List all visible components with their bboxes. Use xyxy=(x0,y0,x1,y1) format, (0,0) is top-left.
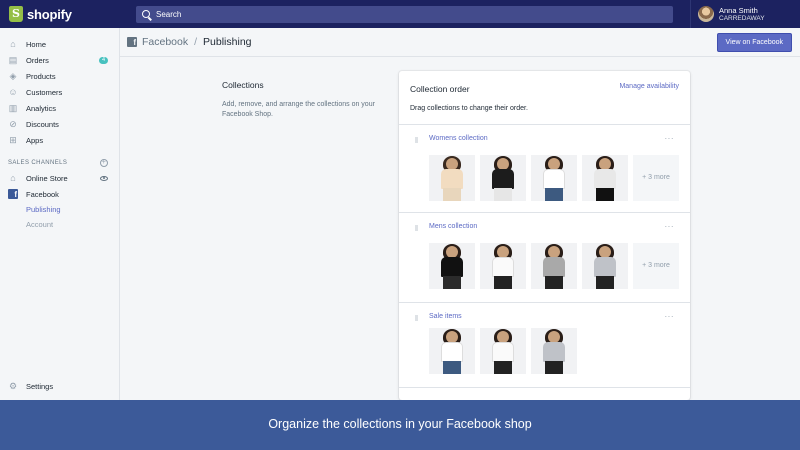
card-subtitle: Drag collections to change their order. xyxy=(410,105,528,112)
drag-handle-icon[interactable] xyxy=(415,315,418,321)
home-icon: ⌂ xyxy=(10,39,16,49)
page-header: f Facebook / Publishing View on Facebook xyxy=(120,28,800,57)
collection-name[interactable]: Mens collection xyxy=(429,223,477,230)
sidebar-item-label: Online Store xyxy=(26,173,68,183)
avatar xyxy=(698,6,714,22)
product-thumbnail xyxy=(429,328,475,374)
search-placeholder: Search xyxy=(156,9,182,19)
product-thumbnail xyxy=(480,155,526,201)
product-thumbnail xyxy=(429,243,475,289)
gear-icon: ⚙ xyxy=(8,381,18,391)
sidebar-item-label: Analytics xyxy=(26,103,57,113)
sidebar-subitem-publishing[interactable]: Publishing xyxy=(0,202,119,217)
more-actions-icon[interactable]: ··· xyxy=(665,312,675,321)
collection-name[interactable]: Womens collection xyxy=(429,135,488,142)
drag-handle-icon[interactable] xyxy=(415,225,418,231)
sidebar-item-settings[interactable]: ⚙ Settings xyxy=(0,378,53,394)
sidebar-item-label: Products xyxy=(26,71,56,81)
sidebar-item-label: Discounts xyxy=(26,119,59,129)
sidebar-item-label: Customers xyxy=(26,87,63,97)
product-thumbnail xyxy=(480,328,526,374)
card-title: Collection order xyxy=(410,84,470,94)
top-bar: shopify Search Anna Smith CARREDAWAY xyxy=(0,0,800,28)
sidebar-item-customers[interactable]: ☺ Customers xyxy=(0,84,119,100)
product-thumbnails: + 3 more xyxy=(429,155,679,201)
collection-row[interactable]: Mens collection ··· + 3 more xyxy=(399,212,690,302)
product-thumbnail xyxy=(531,155,577,201)
product-thumbnail xyxy=(582,243,628,289)
sidebar-item-apps[interactable]: ⊞ Apps xyxy=(0,132,119,148)
product-thumbnails: + 3 more xyxy=(429,243,679,289)
product-thumbnail xyxy=(531,243,577,289)
view-on-facebook-button[interactable]: View on Facebook xyxy=(716,33,792,52)
sidebar-item-home[interactable]: ⌂ Home xyxy=(0,36,119,52)
apps-icon: ⊞ xyxy=(9,135,17,145)
product-thumbnail xyxy=(582,155,628,201)
add-channel-icon[interactable]: + xyxy=(100,159,108,167)
product-thumbnail xyxy=(531,328,577,374)
collection-row[interactable]: Womens collection ··· + 3 more xyxy=(399,124,690,212)
person-icon: ☺ xyxy=(8,87,18,97)
orders-icon: ▤ xyxy=(8,55,18,65)
caption-banner: Organize the collections in your Faceboo… xyxy=(0,400,800,450)
search-icon xyxy=(142,10,150,18)
product-thumbnail xyxy=(480,243,526,289)
sales-channels-label: SALES CHANNELS xyxy=(8,160,68,166)
sidebar-item-discounts[interactable]: ⊘ Discounts xyxy=(0,116,119,132)
account-menu[interactable]: Anna Smith CARREDAWAY xyxy=(690,0,765,28)
sidebar-item-products[interactable]: ◈ Products xyxy=(0,68,119,84)
more-actions-icon[interactable]: ··· xyxy=(665,222,675,231)
page-title: Publishing xyxy=(203,36,252,48)
search-input[interactable]: Search xyxy=(136,5,673,23)
sidebar: ⌂ Home ▤ Orders 4 ◈ Products ☺ Customers… xyxy=(0,28,120,400)
sidebar-subitem-account[interactable]: Account xyxy=(0,217,119,232)
sidebar-item-online-store[interactable]: ⌂ Online Store xyxy=(0,170,119,186)
facebook-icon: f xyxy=(127,37,137,47)
facebook-icon: f xyxy=(8,189,18,199)
breadcrumb-separator: / xyxy=(194,36,198,48)
tag-icon: ◈ xyxy=(9,71,17,81)
more-products-tile[interactable]: + 3 more xyxy=(633,243,679,289)
more-actions-icon[interactable]: ··· xyxy=(665,134,675,143)
collection-order-card: Collection order Manage availability Dra… xyxy=(399,71,690,400)
shopify-bag-icon xyxy=(9,6,23,22)
manage-availability-link[interactable]: Manage availability xyxy=(619,83,679,90)
collection-name[interactable]: Sale items xyxy=(429,313,462,320)
collections-description: Collections Add, remove, and arrange the… xyxy=(222,80,382,120)
user-name: Anna Smith xyxy=(719,5,758,15)
discount-icon: ⊘ xyxy=(9,119,17,129)
section-title: Collections xyxy=(222,80,264,90)
product-thumbnail xyxy=(429,155,475,201)
sidebar-item-label: Facebook xyxy=(26,189,59,199)
product-thumbnails xyxy=(429,328,582,374)
sidebar-item-label: Apps xyxy=(26,135,44,145)
breadcrumb-parent[interactable]: Facebook xyxy=(142,36,188,48)
sidebar-item-label: Settings xyxy=(26,381,54,391)
store-name: CARREDAWAY xyxy=(719,14,765,22)
sidebar-item-analytics[interactable]: ▥ Analytics xyxy=(0,100,119,116)
store-icon: ⌂ xyxy=(10,173,16,183)
sidebar-item-label: Orders xyxy=(26,55,49,65)
sidebar-item-label: Home xyxy=(26,39,47,49)
drag-handle-icon[interactable] xyxy=(415,137,418,143)
shopify-logo[interactable]: shopify xyxy=(0,6,136,22)
more-products-tile[interactable]: + 3 more xyxy=(633,155,679,201)
eye-icon[interactable] xyxy=(100,175,108,181)
chart-icon: ▥ xyxy=(8,103,18,113)
sidebar-item-orders[interactable]: ▤ Orders 4 xyxy=(0,52,119,68)
sidebar-item-facebook[interactable]: f Facebook xyxy=(0,186,119,202)
collection-row xyxy=(399,387,690,400)
orders-count-badge: 4 xyxy=(99,56,108,64)
sales-channels-heading: SALES CHANNELS + xyxy=(0,156,119,170)
section-help-text: Add, remove, and arrange the collections… xyxy=(222,101,375,118)
collection-row[interactable]: Sale items ··· xyxy=(399,302,690,387)
brand-name: shopify xyxy=(27,6,72,22)
